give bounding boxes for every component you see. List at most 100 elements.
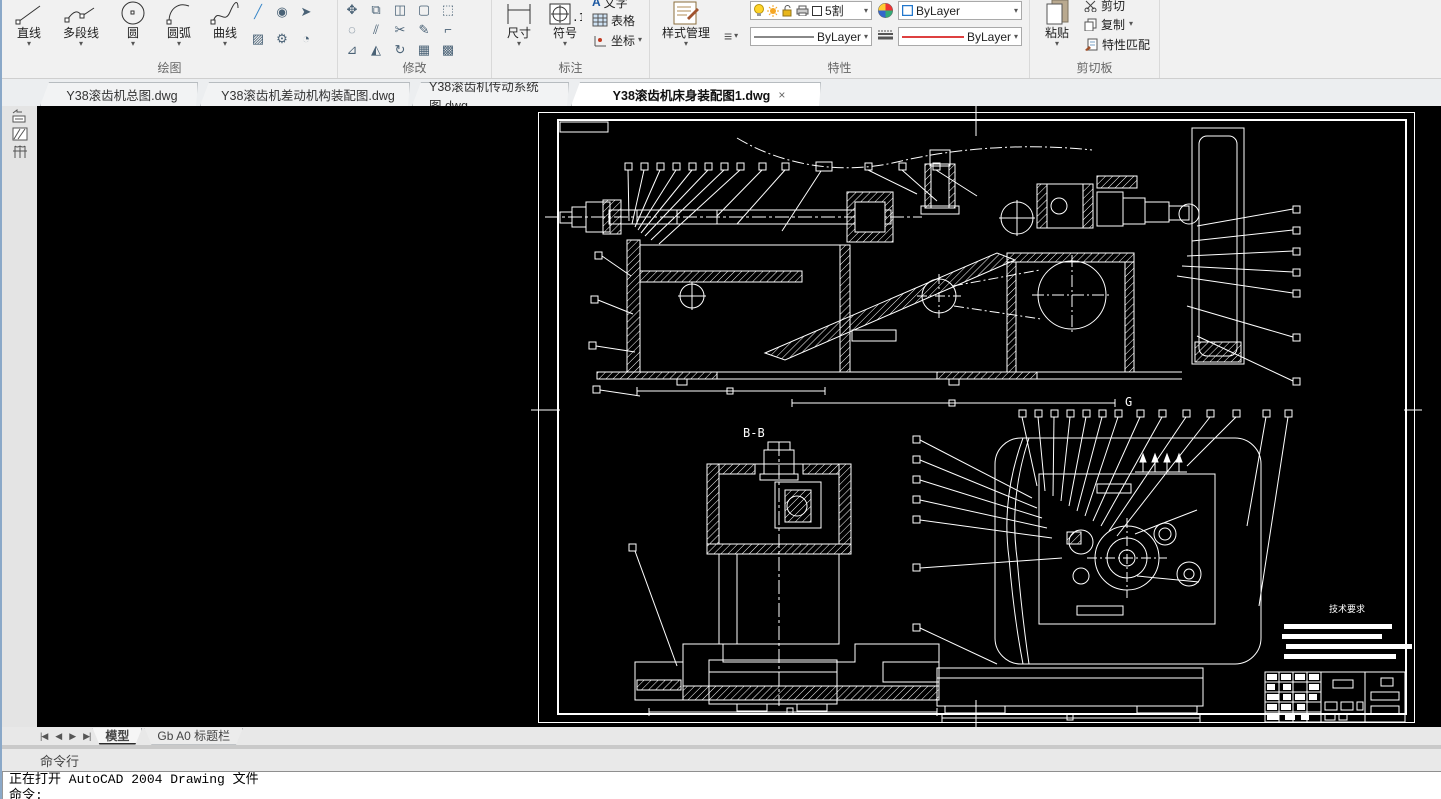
draw-panel-label[interactable]: 绘图 xyxy=(2,60,337,78)
hatch-pattern-icon[interactable] xyxy=(9,126,31,142)
balloon-row-top xyxy=(624,161,978,245)
linetype-value: ByLayer xyxy=(817,29,861,44)
layout-tab-gb-a0[interactable]: Gb A0 标题栏 xyxy=(144,728,243,745)
ribbon-panel-properties: 样式管理 ▾ ≡ ▾ 5割 ▾ ByLayer ▾ ByLayer ▾ ByLa… xyxy=(650,0,1030,78)
line-icon xyxy=(14,0,44,26)
layout-tab-bar: |◀ ◀ ▶ ▶| 模型 Gb A0 标题栏 xyxy=(2,727,1441,745)
ribbon-panel-modify: ✥ ◌ ⊿ ⧉ ⫽ ◭ ◫ ✂ ↻ ▢ ✎ ▦ ⬚ ⌐ ▩ 修改 xyxy=(338,0,492,78)
layer-lock-icon[interactable] xyxy=(782,4,793,17)
spline-button[interactable]: 曲线 ▾ xyxy=(202,0,248,58)
annotate-panel-label[interactable]: 标注 xyxy=(492,60,649,78)
stretch-icon[interactable]: ◫ xyxy=(390,0,410,19)
circle-icon xyxy=(120,0,146,26)
linetype-combo[interactable]: ByLayer ▾ xyxy=(750,27,872,46)
linetype-sample xyxy=(754,35,814,39)
layer-plot-icon[interactable] xyxy=(796,5,809,16)
arc-icon xyxy=(165,0,193,26)
edit-icon[interactable]: ✎ xyxy=(414,20,434,39)
color-swatch xyxy=(902,5,913,16)
erase-icon[interactable]: ◌ xyxy=(342,20,362,39)
first-layout-button[interactable]: |◀ xyxy=(40,731,48,742)
autocad-window: 直线 ▾ 多段线 ▾ 圆 ▾ 圆弧 ▾ 曲线 ▾ ╱ ▨ ◉ ⚙ ➤ ◔ 绘图 … xyxy=(0,0,1441,799)
paste-button[interactable]: 粘贴 ▾ xyxy=(1034,0,1080,58)
line-button[interactable]: 直线 ▾ xyxy=(6,0,52,58)
trim-icon[interactable]: ✂ xyxy=(390,20,410,39)
left-tool-strip xyxy=(2,106,37,727)
match-properties-icon xyxy=(1084,38,1098,51)
symbol-button[interactable]: .1 符号 ▾ xyxy=(542,0,588,58)
layer-color-swatch xyxy=(812,5,822,16)
region-icon[interactable]: ◉ xyxy=(272,2,292,28)
file-tab-3[interactable]: Y38滚齿机传动系统图.dwg xyxy=(412,82,569,106)
lineweight-combo[interactable]: ByLayer ▾ xyxy=(898,27,1022,46)
layout-nav: |◀ ◀ ▶ ▶| xyxy=(40,731,91,742)
group-icon[interactable]: ⚙ xyxy=(272,29,292,55)
prev-layout-button[interactable]: ◀ xyxy=(55,731,62,742)
copy-obj-icon[interactable]: ⧉ xyxy=(366,0,386,19)
draw-small-tools: ╱ ▨ ◉ ⚙ ➤ ◔ xyxy=(248,2,316,55)
edit-hatch-icon[interactable]: ▩ xyxy=(438,40,458,59)
array-icon[interactable]: ▦ xyxy=(414,40,434,59)
construction-line-icon[interactable]: ╱ xyxy=(248,2,268,28)
layer-state-button[interactable]: ≡ ▾ xyxy=(724,28,738,44)
layer-combo[interactable]: 5割 ▾ xyxy=(750,1,872,20)
modify-panel-label[interactable]: 修改 xyxy=(338,60,491,78)
properties-panel-label[interactable]: 特性 xyxy=(650,60,1029,78)
circle-button[interactable]: 圆 ▾ xyxy=(110,0,156,58)
main-view-dimensions xyxy=(636,387,1116,407)
coordinate-button[interactable]: 坐标 ▾ xyxy=(592,30,642,50)
color-combo[interactable]: ByLayer ▾ xyxy=(898,1,1022,20)
mirror-icon[interactable]: ◭ xyxy=(366,40,386,59)
last-layout-button[interactable]: ▶| xyxy=(83,731,91,742)
balloon-row-g xyxy=(1018,409,1293,607)
model-tab[interactable]: 模型 xyxy=(92,728,142,745)
fillet-icon[interactable]: ⊿ xyxy=(342,40,362,59)
ribbon-filler xyxy=(1160,0,1441,78)
coordinate-icon xyxy=(592,33,608,47)
file-tab-2[interactable]: Y38滚齿机差动机构装配图.dwg xyxy=(200,82,410,106)
text-icon: A xyxy=(592,0,601,9)
section-label-bb: B-B xyxy=(743,426,765,440)
point-icon[interactable]: ➤ xyxy=(296,2,316,28)
match-properties-button[interactable]: 特性匹配 xyxy=(1084,34,1150,54)
polyline-button[interactable]: 多段线 ▾ xyxy=(52,0,110,58)
join-icon[interactable]: ⌐ xyxy=(438,20,458,39)
scale-icon[interactable]: ▢ xyxy=(414,0,434,19)
clipboard-column: 剪切 复制 ▾ 特性匹配 xyxy=(1084,0,1150,58)
paste-icon xyxy=(1044,0,1070,26)
arc-button[interactable]: 圆弧 ▾ xyxy=(156,0,202,58)
dimension-icon xyxy=(504,0,534,26)
file-tab-4-active[interactable]: Y38滚齿机床身装配图1.dwg × xyxy=(571,82,821,106)
style-manager-button[interactable]: 样式管理 ▾ xyxy=(654,0,718,58)
dimension-button[interactable]: 尺寸 ▾ xyxy=(496,0,542,58)
table-icon xyxy=(592,13,608,27)
layer-freeze-icon[interactable] xyxy=(767,4,779,17)
move-icon[interactable]: ✥ xyxy=(342,0,362,19)
hatch-icon[interactable]: ▨ xyxy=(248,29,268,55)
file-tab-bar: Y38滚齿机总图.dwg Y38滚齿机差动机构装配图.dwg Y38滚齿机传动系… xyxy=(2,79,1441,106)
svg-text:.1: .1 xyxy=(572,11,582,24)
command-line-area[interactable]: 正在打开 AutoCAD 2004 Drawing 文件 命令: xyxy=(2,772,1441,799)
rotate-icon[interactable]: ↻ xyxy=(390,40,410,59)
layer-on-icon[interactable] xyxy=(754,4,764,17)
model-space-canvas[interactable]: B-B G 技术要求 xyxy=(37,106,1441,727)
close-tab-icon[interactable]: × xyxy=(778,88,785,102)
cut-button[interactable]: 剪切 xyxy=(1084,0,1150,14)
command-panel-header[interactable]: 命令行 xyxy=(2,749,1441,772)
file-tab-1[interactable]: Y38滚齿机总图.dwg xyxy=(40,82,198,106)
next-layout-button[interactable]: ▶ xyxy=(69,731,76,742)
ribbon: 直线 ▾ 多段线 ▾ 圆 ▾ 圆弧 ▾ 曲线 ▾ ╱ ▨ ◉ ⚙ ➤ ◔ 绘图 … xyxy=(2,0,1441,79)
fence-filter-icon[interactable] xyxy=(9,144,31,160)
offset-icon[interactable]: ⫽ xyxy=(366,20,386,39)
color-wheel-icon[interactable] xyxy=(878,3,893,18)
lineweight-value: ByLayer xyxy=(967,29,1011,44)
wipeout-icon[interactable]: ◔ xyxy=(296,29,316,55)
text-style-icon[interactable] xyxy=(9,108,31,124)
explode-icon[interactable]: ⬚ xyxy=(438,0,458,19)
copy-button[interactable]: 复制 ▾ xyxy=(1084,14,1150,34)
ribbon-panel-annotate: 尺寸 ▾ .1 符号 ▾ A 文字 表格 坐标 ▾ 标注 xyxy=(492,0,650,78)
lineweight-icon[interactable] xyxy=(878,30,893,40)
table-button[interactable]: 表格 xyxy=(592,10,642,30)
clipboard-panel-label[interactable]: 剪切板 xyxy=(1030,60,1159,78)
text-button[interactable]: A 文字 xyxy=(592,0,642,10)
